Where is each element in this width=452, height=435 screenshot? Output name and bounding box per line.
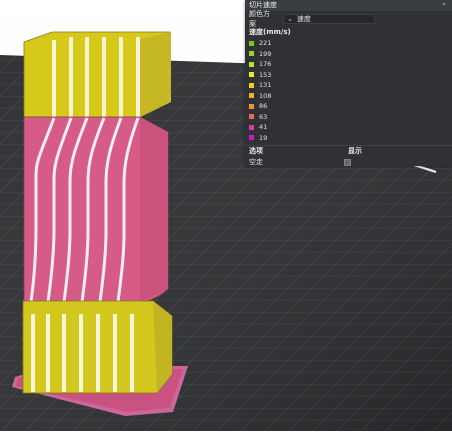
travel-visibility-checkbox[interactable] [344, 158, 351, 166]
legend-swatch [249, 114, 254, 120]
legend-item: 63 [249, 112, 448, 123]
legend-item: 153 [249, 70, 448, 81]
legend-item: 176 [249, 59, 448, 70]
slice-legend-panel: 切片速度 ⌃ 颜色方案 ⌄ 速度 速度(mm/s) 221 199 176 15… [245, 0, 452, 166]
legend-item: 108 [249, 91, 448, 102]
legend-value: 131 [259, 81, 272, 90]
legend-item: 41 [249, 122, 448, 133]
legend-value: 63 [259, 112, 268, 121]
legend-swatch [249, 124, 254, 130]
options-header-row: 选项 显示 [245, 145, 452, 156]
color-scheme-value: 速度 [296, 15, 311, 23]
color-scheme-select[interactable]: ⌄ 速度 [283, 14, 375, 24]
legend-swatch [249, 51, 254, 57]
legend-swatch [249, 135, 254, 141]
legend-value: 199 [259, 49, 272, 58]
travel-option-label: 空走 [249, 158, 263, 166]
legend-swatch [249, 72, 254, 78]
legend-value: 19 [259, 133, 268, 142]
legend-swatch [249, 103, 254, 109]
speed-legend: 221 199 176 153 131 108 86 63 41 19 [245, 37, 452, 143]
legend-swatch [249, 82, 254, 88]
color-scheme-label: 颜色方案 [249, 10, 270, 28]
legend-value: 221 [259, 39, 272, 48]
legend-value: 108 [259, 91, 272, 100]
collapse-icon[interactable]: ⌃ [440, 2, 448, 10]
color-scheme-row: 颜色方案 ⌄ 速度 [245, 10, 452, 28]
legend-swatch [249, 61, 254, 67]
legend-value: 41 [259, 123, 268, 132]
legend-item: 86 [249, 101, 448, 112]
legend-item: 199 [249, 49, 448, 60]
options-column-label: 选项 [249, 147, 263, 155]
legend-swatch [249, 93, 254, 99]
legend-value: 153 [259, 70, 272, 79]
panel-header: 切片速度 ⌃ [245, 0, 452, 11]
display-column-label: 显示 [348, 147, 362, 155]
chevron-down-icon: ⌄ [287, 15, 293, 23]
legend-swatch [249, 40, 254, 46]
legend-value: 176 [259, 60, 272, 69]
travel-option-row: 空走 [245, 157, 452, 167]
speed-unit-label: 速度(mm/s) [249, 28, 291, 36]
legend-item: 131 [249, 80, 448, 91]
legend-item: 19 [249, 133, 448, 144]
legend-value: 86 [259, 102, 268, 111]
model-body [22, 31, 173, 394]
legend-item: 221 [249, 38, 448, 49]
